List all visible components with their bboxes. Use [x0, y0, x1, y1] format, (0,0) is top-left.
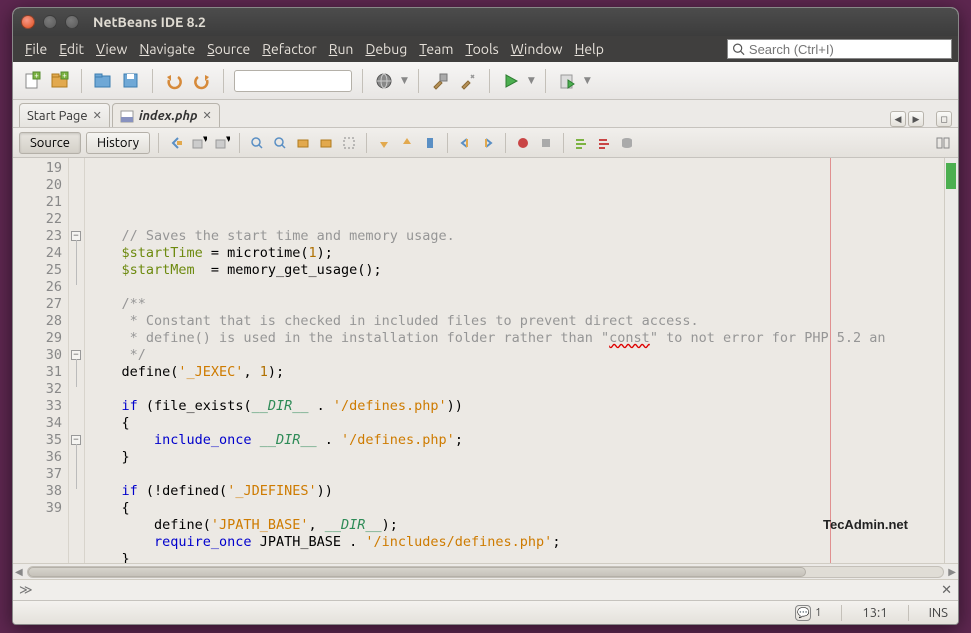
- menu-view[interactable]: View: [90, 38, 133, 60]
- menu-navigate[interactable]: Navigate: [133, 38, 201, 60]
- titlebar: NetBeans IDE 8.2: [13, 8, 958, 36]
- next-bookmark-icon[interactable]: [398, 134, 416, 152]
- window-title: NetBeans IDE 8.2: [93, 14, 206, 30]
- macro-record-icon[interactable]: [514, 134, 532, 152]
- new-project-icon[interactable]: +: [49, 70, 71, 92]
- svg-text:▼: ▼: [203, 135, 207, 143]
- tabs-maximize-button[interactable]: ◻: [936, 111, 952, 127]
- menu-team[interactable]: Team: [413, 38, 459, 60]
- menu-edit[interactable]: Edit: [53, 38, 90, 60]
- window-maximize-button[interactable]: [65, 15, 79, 29]
- editor-area[interactable]: 1920212223242526272829303132333435363738…: [13, 158, 958, 563]
- toggle-bookmark-icon[interactable]: [421, 134, 439, 152]
- find-prev-icon[interactable]: [248, 134, 266, 152]
- undo-icon[interactable]: [163, 70, 185, 92]
- menu-run[interactable]: Run: [323, 38, 360, 60]
- svg-text:+: +: [34, 71, 39, 80]
- insert-mode[interactable]: INS: [929, 606, 948, 620]
- menu-debug[interactable]: Debug: [359, 38, 413, 60]
- toggle-highlight-icon[interactable]: [317, 134, 335, 152]
- file-tab-start-page[interactable]: Start Page✕: [19, 103, 110, 127]
- menu-help[interactable]: Help: [569, 38, 610, 60]
- tab-close-icon[interactable]: ✕: [93, 109, 102, 122]
- tab-close-icon[interactable]: ✕: [202, 109, 211, 122]
- new-file-icon[interactable]: +: [21, 70, 43, 92]
- code-content[interactable]: TecAdmin.net // Saves the start time and…: [85, 158, 958, 563]
- nav-back-icon[interactable]: [167, 134, 185, 152]
- debug-icon[interactable]: [556, 70, 578, 92]
- notification-icon: 💬: [795, 605, 811, 621]
- horizontal-scrollbar[interactable]: ◀ ▶: [13, 563, 958, 579]
- macro-stop-icon[interactable]: [537, 134, 555, 152]
- main-toolbar: + + ▼ ▼ ▼: [13, 62, 958, 100]
- split-view-icon[interactable]: [934, 134, 952, 152]
- menu-window[interactable]: Window: [505, 38, 569, 60]
- tabs-scroll-right-button[interactable]: ▶: [908, 111, 924, 127]
- window-minimize-button[interactable]: [43, 15, 57, 29]
- cursor-position: 13:1: [862, 606, 887, 620]
- globe-icon[interactable]: [373, 70, 395, 92]
- db-icon[interactable]: [618, 134, 636, 152]
- breadcrumb-bar: ≫ ✕: [13, 579, 958, 600]
- nav-forward-icon[interactable]: ▼: [190, 134, 208, 152]
- menubar: FileEditViewNavigateSourceRefactorRunDeb…: [13, 36, 958, 62]
- file-tab-index-php[interactable]: index.php✕: [112, 103, 220, 127]
- quick-search-input[interactable]: [749, 42, 947, 57]
- history-view-button[interactable]: History: [86, 132, 150, 154]
- find-selection-icon[interactable]: [294, 134, 312, 152]
- window-close-button[interactable]: [21, 15, 35, 29]
- shift-left-icon[interactable]: [456, 134, 474, 152]
- line-gutter: 1920212223242526272829303132333435363738…: [13, 158, 69, 563]
- search-icon: [732, 42, 745, 56]
- menu-refactor[interactable]: Refactor: [256, 38, 322, 60]
- uncomment-icon[interactable]: [595, 134, 613, 152]
- menu-file[interactable]: File: [19, 38, 53, 60]
- shift-right-icon[interactable]: [479, 134, 497, 152]
- nav-select-icon[interactable]: ▼: [213, 134, 231, 152]
- svg-text:+: +: [62, 71, 67, 80]
- toggle-rect-select-icon[interactable]: [340, 134, 358, 152]
- source-view-button[interactable]: Source: [19, 132, 81, 154]
- editor-toolbar: Source History ▼ ▼: [13, 128, 958, 158]
- file-tabs-row: Start Page✕index.php✕ ◀ ▶ ◻: [13, 100, 958, 128]
- notifications-button[interactable]: 💬 1: [795, 605, 821, 621]
- build-icon[interactable]: [429, 70, 451, 92]
- watermark-text: TecAdmin.net: [823, 516, 908, 533]
- clean-build-icon[interactable]: [457, 70, 479, 92]
- menu-tools[interactable]: Tools: [459, 38, 504, 60]
- overview-ruler[interactable]: [944, 158, 958, 563]
- overview-mark: [946, 163, 956, 189]
- notification-count: 1: [815, 607, 821, 619]
- redo-icon[interactable]: [191, 70, 213, 92]
- menu-source[interactable]: Source: [201, 38, 256, 60]
- open-project-icon[interactable]: [92, 70, 114, 92]
- prev-bookmark-icon[interactable]: [375, 134, 393, 152]
- save-all-icon[interactable]: [120, 70, 142, 92]
- svg-text:▼: ▼: [226, 135, 230, 143]
- statusbar: 💬 1 13:1 INS: [13, 600, 958, 624]
- tabs-scroll-left-button[interactable]: ◀: [890, 111, 906, 127]
- fold-column: −−−: [69, 158, 85, 563]
- comment-icon[interactable]: [572, 134, 590, 152]
- run-config-combo[interactable]: [234, 70, 352, 92]
- find-next-icon[interactable]: [271, 134, 289, 152]
- print-margin: [830, 158, 831, 563]
- breadcrumb-close-icon[interactable]: ✕: [941, 583, 952, 598]
- quick-search[interactable]: [727, 39, 952, 59]
- run-icon[interactable]: [500, 70, 522, 92]
- breadcrumb-arrow-icon[interactable]: ≫: [19, 583, 33, 598]
- app-window: NetBeans IDE 8.2 FileEditViewNavigateSou…: [12, 7, 959, 625]
